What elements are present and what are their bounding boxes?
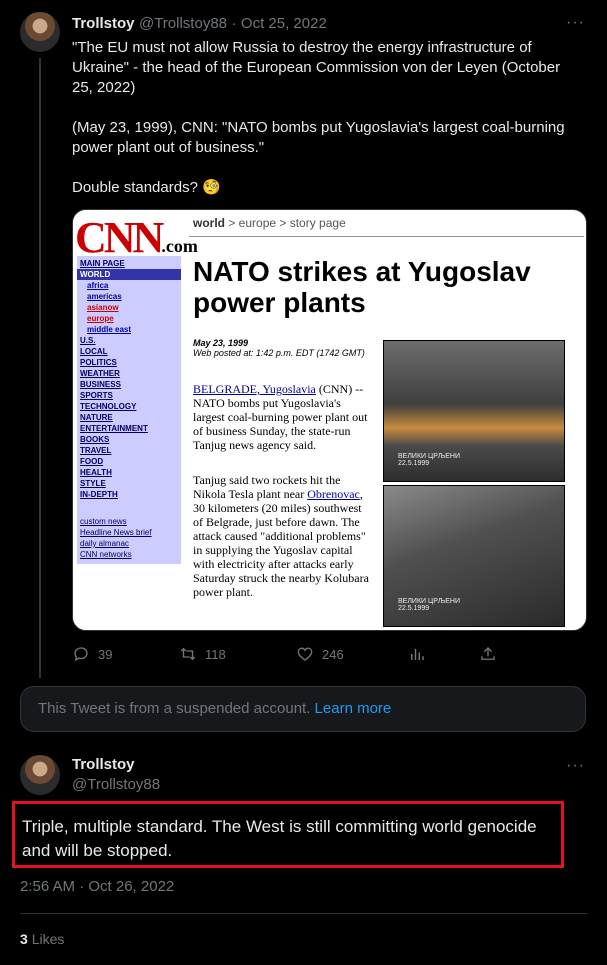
handle[interactable]: @Trollstoy88 xyxy=(139,15,227,32)
menu-item: STYLE xyxy=(80,479,106,488)
retweet-button[interactable]: 118 xyxy=(179,645,226,663)
cnn-sidebar: CNN.com MAIN PAGE WORLD africa americas … xyxy=(73,210,198,630)
more-icon[interactable]: ··· xyxy=(566,14,585,32)
menu-item: asianow xyxy=(87,303,119,312)
menu-item: WEATHER xyxy=(80,369,120,378)
analytics-icon xyxy=(411,648,424,660)
article-paragraph-2: Tanjug said two rockets hit the Nikola T… xyxy=(193,473,369,599)
cnn-article: world > europe > story page NATO strikes… xyxy=(189,210,584,630)
cnn-menu: MAIN PAGE WORLD africa americas asianow … xyxy=(77,256,181,564)
menu-item: MAIN PAGE xyxy=(80,259,125,268)
article-date: May 23, 1999 Web posted at: 1:42 p.m. EDT… xyxy=(193,338,365,358)
menu-item: SPORTS xyxy=(80,391,113,400)
display-name[interactable]: Trollstoy xyxy=(72,756,135,773)
tweet-date[interactable]: Oct 25, 2022 xyxy=(241,15,327,32)
tweet-header: Trollstoy @Trollstoy88 · Oct 25, 2022 xyxy=(72,15,327,33)
reply-icon xyxy=(74,647,88,662)
suspended-notice: This Tweet is from a suspended account. … xyxy=(20,686,586,732)
share-button[interactable] xyxy=(479,645,497,663)
learn-more-link[interactable]: Learn more xyxy=(315,700,392,717)
separator: · xyxy=(231,15,237,32)
tweet-text: "The EU must not allow Russia to destroy… xyxy=(72,39,565,196)
menu-gap xyxy=(77,500,181,516)
article-paragraph-1: BELGRADE, Yugoslavia (CNN) -- NATO bombs… xyxy=(193,382,368,452)
avatar[interactable] xyxy=(20,12,60,52)
likes-count: 3 xyxy=(20,931,28,947)
menu-item: ENTERTAINMENT xyxy=(80,424,148,433)
handle[interactable]: @Trollstoy88 xyxy=(72,776,160,793)
more-icon[interactable]: ··· xyxy=(566,757,585,775)
divider xyxy=(189,236,584,237)
menu-footer-item: daily almanac xyxy=(80,539,129,548)
menu-item: NATURE xyxy=(80,413,113,422)
menu-item: africa xyxy=(87,281,109,290)
menu-item: FOOD xyxy=(80,457,104,466)
article-photo-2: ВЕЛИКИ ЦРЉЕНИ 22.5.1999 xyxy=(383,485,565,627)
menu-item: TECHNOLOGY xyxy=(80,402,137,411)
article-headline: NATO strikes at Yugoslav power plants xyxy=(193,256,531,318)
menu-item-world: WORLD xyxy=(77,269,181,280)
menu-item: BUSINESS xyxy=(80,380,121,389)
menu-footer-item: Headline News brief xyxy=(80,528,152,537)
menu-footer-item: CNN networks xyxy=(80,550,132,559)
menu-item: LOCAL xyxy=(80,347,108,356)
tweet-text: Triple, multiple standard. The West is s… xyxy=(22,817,537,860)
heart-icon xyxy=(297,647,313,661)
menu-item: europe xyxy=(87,314,114,323)
breadcrumb: world > europe > story page xyxy=(193,216,346,230)
like-button[interactable]: 246 xyxy=(296,645,344,663)
suspended-text: This Tweet is from a suspended account. xyxy=(38,700,315,717)
display-name[interactable]: Trollstoy xyxy=(72,15,135,32)
menu-item: U.S. xyxy=(80,336,96,345)
article-photo-1: ВЕЛИКИ ЦРЉЕНИ 22.5.1999 xyxy=(383,340,565,482)
share-icon xyxy=(481,647,495,660)
reply-count: 39 xyxy=(98,646,113,662)
tweet-image[interactable]: CNN.com MAIN PAGE WORLD africa americas … xyxy=(72,209,587,631)
thread-line xyxy=(39,58,41,678)
menu-item: middle east xyxy=(87,325,132,334)
avatar[interactable] xyxy=(20,755,60,795)
menu-item: BOOKS xyxy=(80,435,110,444)
menu-item: americas xyxy=(87,292,122,301)
menu-item: TRAVEL xyxy=(80,446,112,455)
retweet-count: 118 xyxy=(205,646,226,662)
menu-item: POLITICS xyxy=(80,358,117,367)
menu-item: HEALTH xyxy=(80,468,112,477)
like-count: 246 xyxy=(322,646,344,662)
tweet-timestamp[interactable]: 2:56 AM · Oct 26, 2022 xyxy=(20,878,174,895)
menu-item: IN-DEPTH xyxy=(80,490,118,499)
analytics-button[interactable] xyxy=(408,645,426,663)
retweet-icon xyxy=(180,647,196,661)
likes-label: Likes xyxy=(31,931,65,947)
likes-summary[interactable]: 3 Likes xyxy=(20,931,64,947)
divider xyxy=(20,913,587,914)
reply-button[interactable]: 39 xyxy=(72,645,112,663)
menu-footer-item: custom news xyxy=(80,517,127,526)
